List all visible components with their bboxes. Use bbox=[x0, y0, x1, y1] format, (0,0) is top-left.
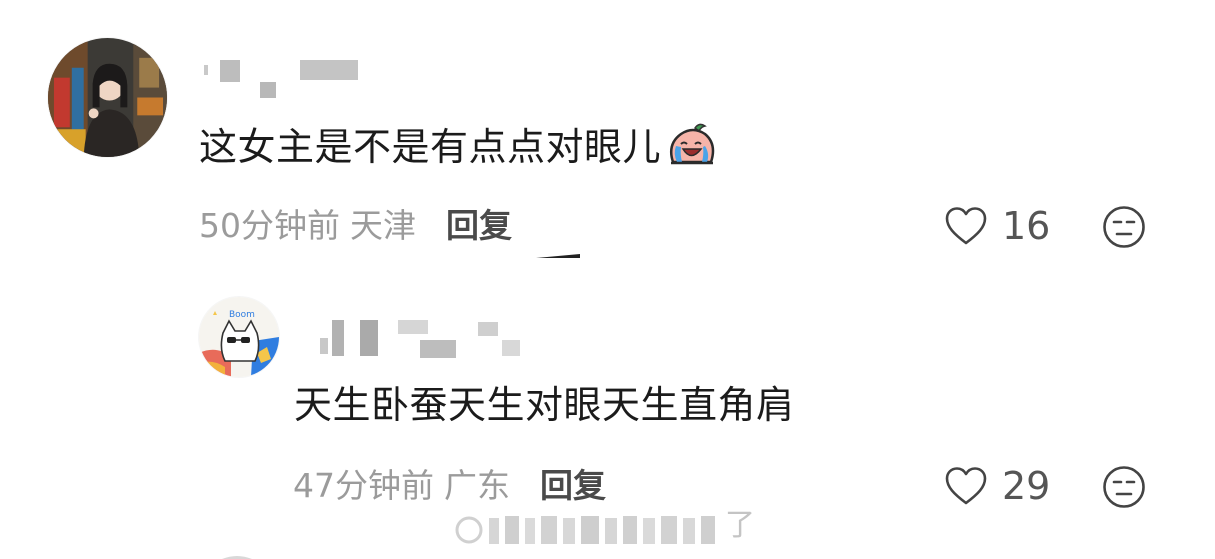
like-button[interactable]: 29 bbox=[944, 466, 1050, 506]
comment-thread: 这女主是不是有点点对眼儿 50分钟前 天津 回复 16 Boom 天生卧蚕天生对… bbox=[0, 0, 1215, 559]
like-count: 29 bbox=[1002, 464, 1051, 508]
watermark-text: 了 bbox=[725, 508, 755, 543]
like-button[interactable]: 16 bbox=[944, 206, 1050, 246]
reply-button[interactable]: 回复 bbox=[446, 206, 512, 245]
reply-time: 47分钟前 bbox=[293, 466, 434, 505]
avatar-photo bbox=[48, 38, 167, 157]
next-avatar-edge bbox=[222, 556, 252, 559]
comment-meta: 50分钟前 天津 回复 bbox=[199, 206, 512, 246]
crying-laughing-peach-emoji-icon bbox=[670, 123, 715, 165]
commenter-username-redacted[interactable] bbox=[200, 58, 365, 100]
meh-face-icon[interactable] bbox=[1102, 465, 1146, 509]
reply-location: 广东 bbox=[444, 466, 510, 505]
svg-text:Boom: Boom bbox=[229, 310, 255, 320]
comment-text: 这女主是不是有点点对眼儿 bbox=[199, 125, 662, 169]
commenter-avatar[interactable] bbox=[48, 38, 167, 157]
avatar-cartoon-cat: Boom bbox=[199, 297, 279, 377]
heart-outline-icon bbox=[945, 467, 987, 505]
reply-body: 天生卧蚕天生对眼天生直角肩 bbox=[294, 382, 795, 428]
reply-meta: 47分钟前 广东 回复 bbox=[293, 466, 606, 506]
divider-mark bbox=[536, 254, 580, 258]
watermark-redacted bbox=[455, 516, 715, 544]
like-count: 16 bbox=[1002, 204, 1051, 248]
comment-body: 这女主是不是有点点对眼儿 bbox=[199, 122, 719, 170]
reply-avatar[interactable]: Boom bbox=[199, 297, 279, 377]
comment-time: 50分钟前 bbox=[199, 206, 340, 245]
meh-face-icon[interactable] bbox=[1102, 205, 1146, 249]
reply-button[interactable]: 回复 bbox=[540, 466, 606, 505]
comment-location: 天津 bbox=[350, 206, 416, 245]
heart-outline-icon bbox=[945, 207, 987, 245]
reply-username-redacted[interactable] bbox=[318, 318, 528, 362]
reply-text: 天生卧蚕天生对眼天生直角肩 bbox=[294, 383, 795, 427]
